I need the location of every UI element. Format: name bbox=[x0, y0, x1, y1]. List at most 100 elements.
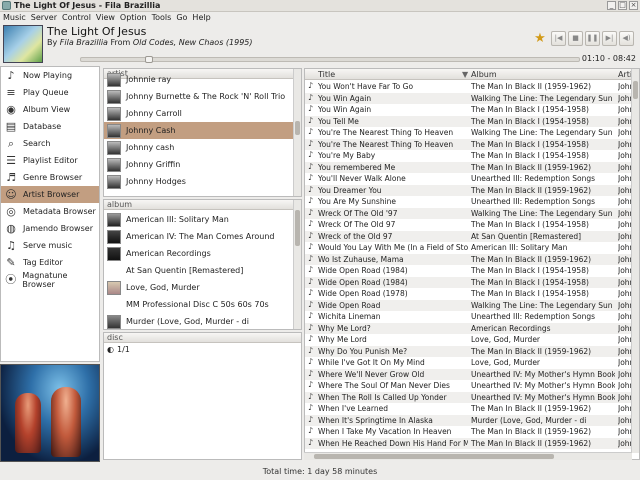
artist-row[interactable]: Johnny Carroll bbox=[104, 105, 301, 122]
sidebar-item[interactable]: ♪ Now Playing bbox=[1, 67, 99, 84]
track-row[interactable]: ♪ You're My Baby The Man In Black I (1954-… bbox=[305, 150, 633, 162]
disc-column-header[interactable]: disc bbox=[104, 333, 301, 343]
menu-server[interactable]: Server bbox=[31, 13, 57, 22]
album-scrollbar[interactable] bbox=[293, 200, 301, 329]
menu-go[interactable]: Go bbox=[176, 13, 187, 22]
sidebar-item[interactable]: ≡ Play Queue bbox=[1, 84, 99, 101]
sidebar-item[interactable]: ◎ Metadata Browser bbox=[1, 203, 99, 220]
next-button[interactable]: ▶| bbox=[602, 31, 617, 46]
album-row[interactable]: Murder (Love, God, Murder - di bbox=[104, 313, 301, 329]
by-label: By bbox=[47, 38, 58, 47]
track-row[interactable]: ♪ You're The Nearest Thing To Heaven The M… bbox=[305, 138, 633, 150]
track-row[interactable]: ♪ You Win Again Walking The Line: The Lege… bbox=[305, 92, 633, 104]
sidebar-item[interactable]: ♬ Genre Browser bbox=[1, 169, 99, 186]
sidebar-item[interactable]: ◉ Album View bbox=[1, 101, 99, 118]
artist-row[interactable]: Johnny Cash bbox=[104, 122, 301, 139]
stop-button[interactable]: ■ bbox=[568, 31, 583, 46]
column-title[interactable]: Title bbox=[318, 70, 335, 79]
track-row[interactable]: ♪ Wreck of the Old 97 At San Quentin [Rema… bbox=[305, 230, 633, 242]
track-row[interactable]: ♪ You Won't Have Far To Go The Man In Blac… bbox=[305, 81, 633, 93]
track-album-cell: The Man In Black I (1954-1958) bbox=[471, 289, 589, 298]
volume-mute-button[interactable]: ◀) bbox=[619, 31, 634, 46]
album-row[interactable]: MM Professional Disc C 50s 60s 70s bbox=[104, 296, 301, 313]
track-row[interactable]: ♪ When I Take My Vacation In Heaven The Ma… bbox=[305, 426, 633, 438]
sidebar-item[interactable]: ⌕ Search bbox=[1, 135, 99, 152]
artist-thumbnail bbox=[107, 89, 121, 104]
favorite-star-icon[interactable]: ★ bbox=[533, 31, 547, 46]
track-row[interactable]: ♪Why Me Lord?American RecordingsJohnny C… bbox=[305, 322, 633, 334]
seek-handle[interactable] bbox=[144, 56, 153, 63]
track-row[interactable]: ♪ You Dreamer You The Man In Black II (195… bbox=[305, 184, 633, 196]
artist-row[interactable]: Johnny Griffin bbox=[104, 156, 301, 173]
sidebar-item[interactable]: ☺ Artist Browser bbox=[1, 186, 99, 203]
album-row[interactable]: American IV: The Man Comes Around bbox=[104, 228, 301, 245]
menu-option[interactable]: Option bbox=[120, 13, 147, 22]
track-row[interactable]: ♪ Would You Lay With Me (In a Field of St… bbox=[305, 242, 633, 254]
track-title-cell: When I Take My Vacation In Heaven bbox=[318, 427, 452, 436]
maximize-icon[interactable]: □ bbox=[618, 1, 627, 10]
track-row[interactable]: ♪ Wo Ist Zuhause, Mama The Man In Black II… bbox=[305, 253, 633, 265]
sort-arrow-icon[interactable]: ▼ bbox=[462, 70, 468, 79]
track-row[interactable]: ♪ You Are My Sunshine Unearthed III: Redem… bbox=[305, 196, 633, 208]
track-row[interactable]: ♪ While I've Got It On My Mind Love, God, … bbox=[305, 357, 633, 369]
disc-row[interactable]: ◐ 1/1 bbox=[104, 343, 301, 355]
track-row[interactable]: ♪ You're The Nearest Thing To Heaven Walki… bbox=[305, 127, 633, 139]
track-row[interactable]: ♪ Wichita Lineman Unearthed III: Redemptio… bbox=[305, 311, 633, 323]
track-row[interactable]: ♪ You Win Again The Man In Black I (1954-1… bbox=[305, 104, 633, 116]
track-row[interactable]: ♪ When The Roll Is Called Up Yonder Uneart… bbox=[305, 391, 633, 403]
track-row[interactable]: ♪ You remembered Me The Man In Black II (1… bbox=[305, 161, 633, 173]
track-row[interactable]: ♪ Wreck Of The Old '97 Walking The Line: T… bbox=[305, 207, 633, 219]
menu-control[interactable]: Control bbox=[62, 13, 91, 22]
track-album[interactable]: Old Codes, New Chaos (1995) bbox=[133, 38, 253, 47]
track-row[interactable]: ♪ Wreck Of The Old 97 The Man In Black I (… bbox=[305, 219, 633, 231]
track-row[interactable]: ♪ Why Do You Punish Me? The Man In Black I… bbox=[305, 345, 633, 357]
sidebar-item[interactable]: ▤ Database bbox=[1, 118, 99, 135]
track-row[interactable]: ♪ Where The Soul Of Man Never Dies Unearth… bbox=[305, 380, 633, 392]
track-row[interactable]: ♪ Wide Open Road (1984) The Man In Black I… bbox=[305, 265, 633, 277]
artist-row[interactable]: Johnny Burnette & The Rock 'N' Roll Trio bbox=[104, 88, 301, 105]
album-row[interactable]: American Recordings bbox=[104, 245, 301, 262]
sidebar-item[interactable]: ☰ Playlist Editor bbox=[1, 152, 99, 169]
menubar: Music Server Control View Option Tools G… bbox=[0, 12, 640, 23]
music-note-icon: ♪ bbox=[308, 345, 314, 355]
track-artist[interactable]: Fila Brazillia bbox=[60, 38, 108, 47]
track-row[interactable]: ♪ You'll Never Walk Alone Unearthed III: R… bbox=[305, 173, 633, 185]
pause-button[interactable]: ❚❚ bbox=[585, 31, 600, 46]
pencil-icon: ✎ bbox=[6, 255, 16, 269]
album-row[interactable]: At San Quentin [Remastered] bbox=[104, 262, 301, 279]
track-row[interactable]: ♪ Wide Open Road Walking The Line: The Leg… bbox=[305, 299, 633, 311]
previous-button[interactable]: |◀ bbox=[551, 31, 566, 46]
tracks-horizontal-scrollbar[interactable] bbox=[304, 452, 632, 460]
close-icon[interactable]: × bbox=[629, 1, 638, 10]
artist-scrollbar[interactable] bbox=[293, 69, 301, 196]
music-note-icon: ♪ bbox=[308, 426, 314, 435]
track-row[interactable]: ♪Why Me LordLove, God, MurderJohnny Cash bbox=[305, 334, 633, 346]
menu-tools[interactable]: Tools bbox=[152, 13, 172, 22]
sidebar-item[interactable]: ◍ Jamendo Browser bbox=[1, 220, 99, 237]
sidebar-item[interactable]: ⦿ Magnatune Browser bbox=[1, 271, 99, 289]
album-column-header[interactable]: album bbox=[104, 200, 301, 210]
column-album[interactable]: Album bbox=[471, 70, 497, 79]
track-row[interactable]: ♪ Where We'll Never Grow Old Unearthed IV:… bbox=[305, 368, 633, 380]
seek-bar[interactable] bbox=[80, 56, 580, 63]
album-row[interactable]: Love, God, Murder bbox=[104, 279, 301, 296]
menu-view[interactable]: View bbox=[96, 13, 115, 22]
track-row[interactable]: ♪ When It's Springtime In Alaska Murder (L… bbox=[305, 414, 633, 426]
sidebar-item[interactable]: ✎ Tag Editor bbox=[1, 254, 99, 271]
eye-icon: ◉ bbox=[6, 102, 16, 116]
album-row[interactable]: American III: Solitary Man bbox=[104, 211, 301, 228]
menu-help[interactable]: Help bbox=[192, 13, 210, 22]
artist-row[interactable]: Johnnie ray bbox=[104, 71, 301, 88]
minimize-icon[interactable]: _ bbox=[607, 1, 616, 10]
track-row[interactable]: ♪ When I've Learned The Man In Black II (1… bbox=[305, 403, 633, 415]
artist-row[interactable]: Johnny cash bbox=[104, 139, 301, 156]
menu-music[interactable]: Music bbox=[3, 13, 26, 22]
track-row[interactable]: ♪ Wide Open Road (1984) The Man In Black I… bbox=[305, 276, 633, 288]
tracks-scrollbar[interactable] bbox=[631, 69, 639, 453]
track-row[interactable]: ♪ You Tell Me The Man In Black I (1954-195… bbox=[305, 115, 633, 127]
track-row[interactable]: ♪ Wide Open Road (1978) The Man In Black I… bbox=[305, 288, 633, 300]
album-cover[interactable] bbox=[3, 25, 43, 63]
sidebar-item[interactable]: ♫ Serve music bbox=[1, 237, 99, 254]
track-row[interactable]: ♪ When He Reached Down His Hand For Me The… bbox=[305, 437, 633, 449]
artist-row[interactable]: Johnny Hodges bbox=[104, 173, 301, 190]
